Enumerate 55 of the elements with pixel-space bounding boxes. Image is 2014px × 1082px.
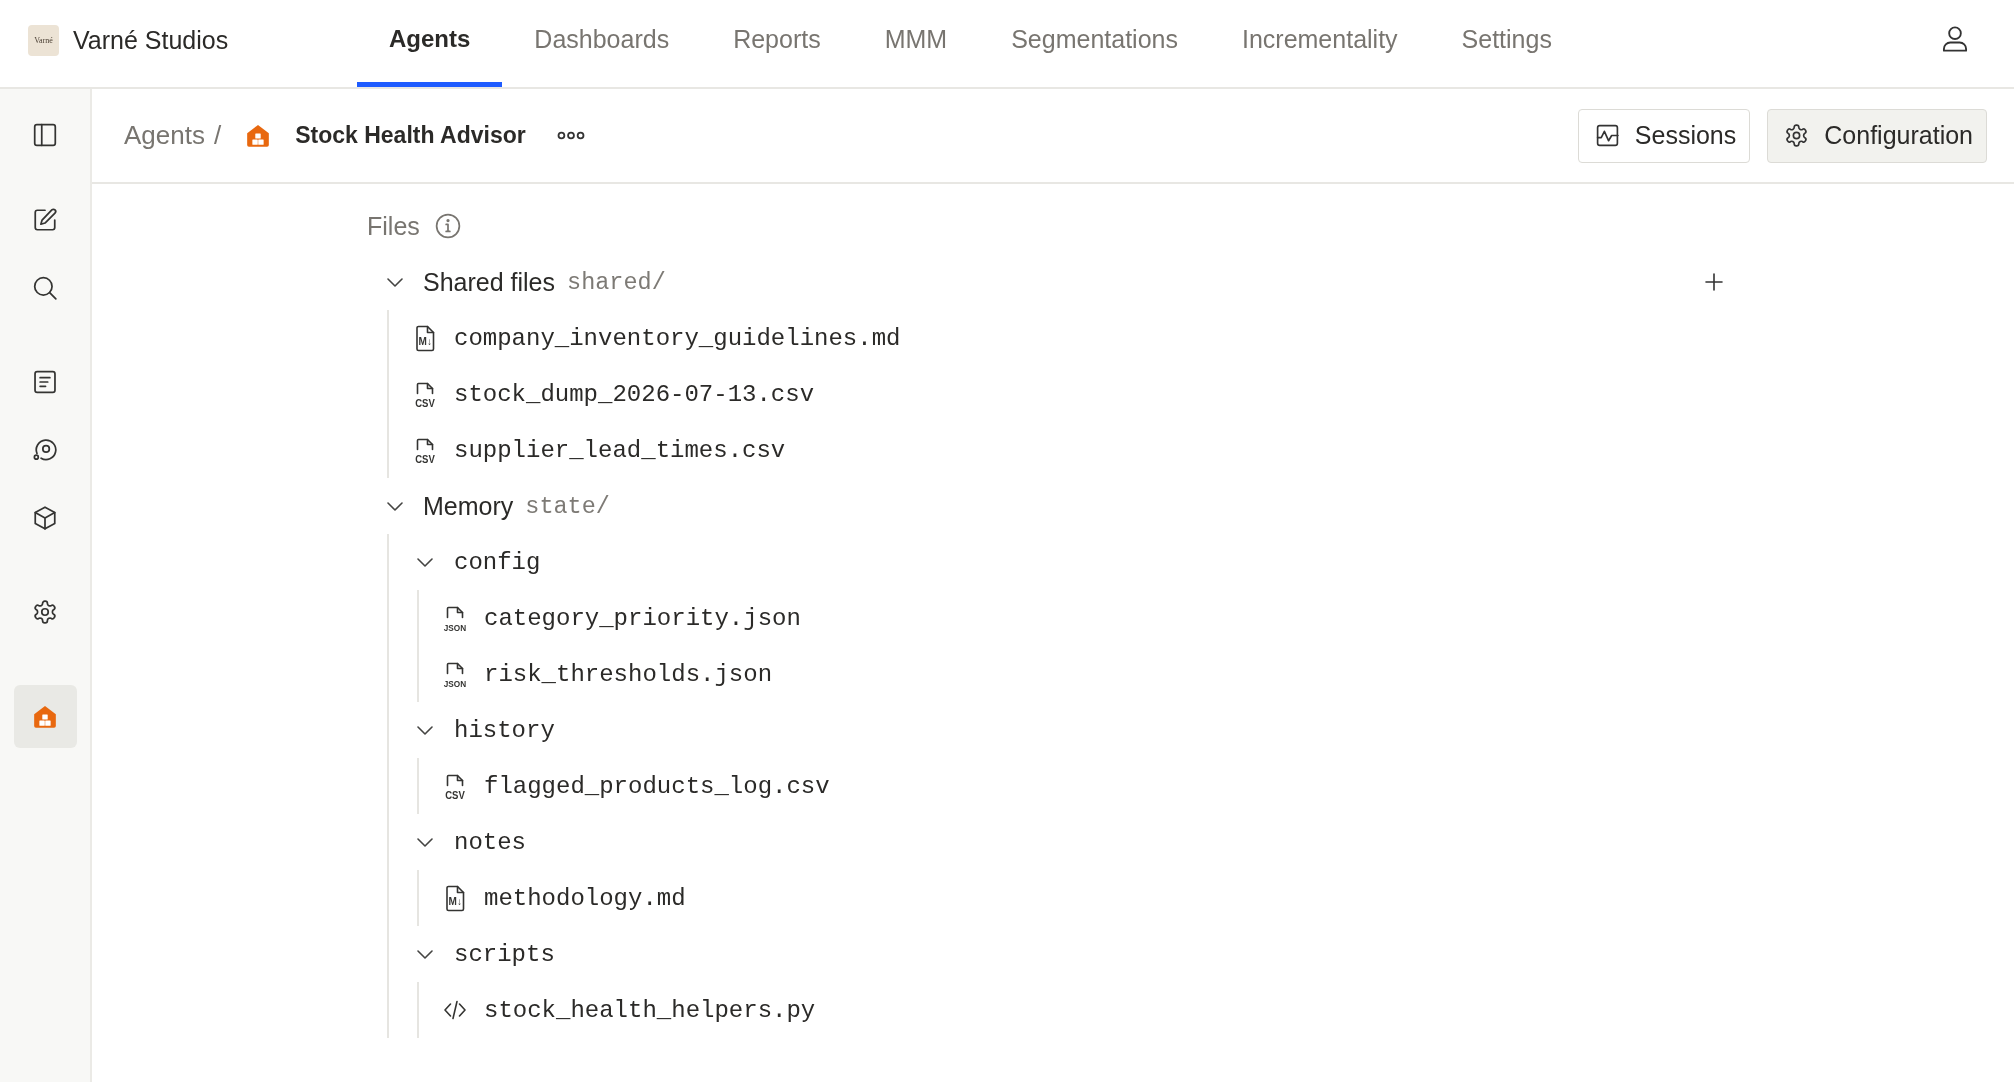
nav-tab[interactable]: MMM	[852, 0, 980, 87]
chevron-down-icon[interactable]	[387, 501, 403, 511]
chevron-down-icon[interactable]	[387, 277, 403, 287]
settings-icon	[32, 598, 58, 625]
settings-icon	[1784, 123, 1810, 148]
breadcrumb-separator: /	[213, 120, 222, 151]
edit-icon	[32, 206, 58, 233]
folder-name[interactable]: history	[454, 716, 555, 744]
info-icon[interactable]	[434, 213, 461, 239]
nav-tab[interactable]: Incrementality	[1209, 0, 1430, 87]
more-icon[interactable]	[556, 131, 585, 140]
markdown-file-icon: M↓	[443, 884, 467, 912]
header-button[interactable]: Sessions	[1577, 108, 1751, 163]
chevron-down-icon[interactable]	[417, 837, 433, 847]
folder-title[interactable]: Memory	[423, 491, 514, 521]
sidebar-panel-icon	[32, 121, 58, 148]
file-name[interactable]: stock_dump_2026-07-13.csv	[454, 380, 815, 408]
file-name[interactable]: flagged_products_log.csv	[484, 772, 830, 800]
file-name[interactable]: risk_thresholds.json	[484, 660, 773, 688]
brand-name: Varné Studios	[73, 26, 229, 55]
folder-path: shared/	[567, 268, 666, 296]
nav-tab[interactable]: Agents	[357, 0, 503, 87]
user-icon[interactable]	[1941, 25, 1969, 53]
file-name[interactable]: methodology.md	[484, 884, 686, 912]
folder-name[interactable]: notes	[454, 828, 526, 856]
nav-tab[interactable]: Segmentations	[979, 0, 1210, 87]
search-icon	[32, 274, 58, 301]
house-icon	[32, 703, 58, 730]
file-name[interactable]: supplier_lead_times.csv	[454, 436, 786, 464]
file-name[interactable]: stock_health_helpers.py	[484, 996, 816, 1024]
folder-name[interactable]: config	[454, 548, 541, 576]
nav-tab[interactable]: Settings	[1429, 0, 1584, 87]
cube-icon	[32, 504, 58, 531]
nav-tab[interactable]: Reports	[701, 0, 853, 87]
chevron-down-icon[interactable]	[417, 949, 433, 959]
chevron-down-icon[interactable]	[417, 725, 433, 735]
markdown-file-icon: M↓	[413, 324, 437, 352]
section-title: Files	[367, 211, 420, 241]
orbit-icon	[32, 436, 58, 463]
logo-wordmark: Varné	[34, 36, 53, 45]
header-button[interactable]: Configuration	[1767, 108, 1987, 163]
folder-path: state/	[525, 492, 610, 520]
folder-name[interactable]: scripts	[454, 940, 555, 968]
document-icon	[32, 368, 58, 395]
chevron-down-icon[interactable]	[417, 557, 433, 567]
file-name[interactable]: category_priority.json	[484, 604, 801, 632]
chart-icon	[1594, 123, 1620, 148]
folder-title[interactable]: Shared files	[423, 267, 556, 297]
house-icon	[245, 122, 272, 149]
page-title: Stock Health Advisor	[295, 122, 526, 149]
breadcrumb-link[interactable]: Agents	[124, 120, 205, 151]
code-icon	[443, 998, 467, 1022]
nav-tab[interactable]: Dashboards	[502, 0, 702, 87]
file-name[interactable]: company_inventory_guidelines.md	[454, 324, 901, 352]
add-icon[interactable]	[1705, 273, 1723, 291]
